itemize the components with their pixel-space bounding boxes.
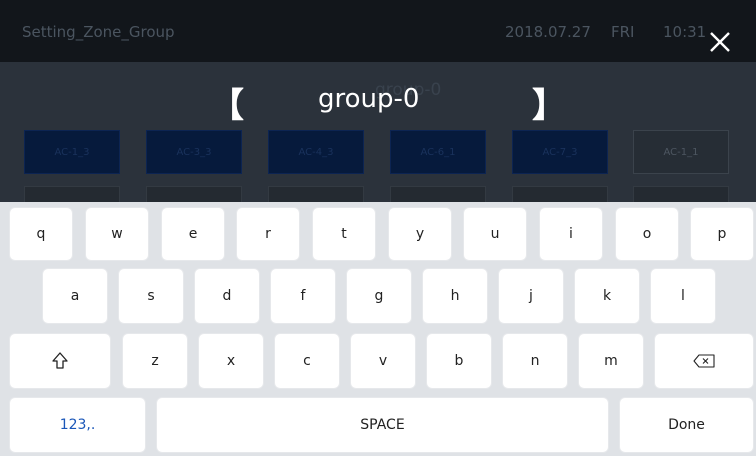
key-a[interactable]: a bbox=[42, 268, 108, 324]
zone-tile-label: AC-7_3 bbox=[542, 146, 578, 158]
app-header: Setting_Zone_Group 2018.07.27 FRI 10:31 bbox=[0, 0, 756, 62]
zone-tile[interactable]: AC-1_1 bbox=[633, 130, 729, 174]
key-v[interactable]: v bbox=[350, 333, 416, 389]
key-q[interactable]: q bbox=[9, 207, 73, 261]
zone-tile[interactable]: AC-1_3 bbox=[24, 130, 120, 174]
zone-tile-label: AC-4_3 bbox=[298, 146, 334, 158]
zone-tile-label: AC-6_1 bbox=[420, 146, 456, 158]
key-t[interactable]: t bbox=[312, 207, 376, 261]
group-name-input[interactable]: group-0 bbox=[318, 84, 419, 114]
key-w[interactable]: w bbox=[85, 207, 149, 261]
onscreen-keyboard: q w e r t y u i o p a s d f g h j k l z … bbox=[0, 202, 756, 456]
key-u[interactable]: u bbox=[463, 207, 527, 261]
key-y[interactable]: y bbox=[388, 207, 452, 261]
zone-tile[interactable]: AC-3_3 bbox=[146, 130, 242, 174]
header-time: 10:31 bbox=[663, 23, 707, 41]
key-l[interactable]: l bbox=[650, 268, 716, 324]
zone-tile[interactable]: AC-7_3 bbox=[512, 130, 608, 174]
zone-tile[interactable]: AC-4_3 bbox=[268, 130, 364, 174]
key-b[interactable]: b bbox=[426, 333, 492, 389]
key-s[interactable]: s bbox=[118, 268, 184, 324]
key-z[interactable]: z bbox=[122, 333, 188, 389]
key-n[interactable]: n bbox=[502, 333, 568, 389]
key-j[interactable]: j bbox=[498, 268, 564, 324]
key-k[interactable]: k bbox=[574, 268, 640, 324]
app-title: Setting_Zone_Group bbox=[22, 23, 175, 41]
close-button[interactable] bbox=[702, 24, 738, 60]
key-d[interactable]: d bbox=[194, 268, 260, 324]
key-h[interactable]: h bbox=[422, 268, 488, 324]
space-key[interactable]: SPACE bbox=[156, 397, 609, 453]
zone-tile-label: AC-3_3 bbox=[176, 146, 212, 158]
left-bracket: 【 bbox=[210, 86, 244, 126]
key-i[interactable]: i bbox=[539, 207, 603, 261]
numbers-key[interactable]: 123,. bbox=[9, 397, 146, 453]
key-o[interactable]: o bbox=[615, 207, 679, 261]
key-m[interactable]: m bbox=[578, 333, 644, 389]
key-f[interactable]: f bbox=[270, 268, 336, 324]
key-p[interactable]: p bbox=[690, 207, 754, 261]
key-x[interactable]: x bbox=[198, 333, 264, 389]
header-day: FRI bbox=[611, 23, 635, 41]
zone-tile-label: AC-1_1 bbox=[663, 146, 699, 158]
key-g[interactable]: g bbox=[346, 268, 412, 324]
key-e[interactable]: e bbox=[161, 207, 225, 261]
zone-tile[interactable]: AC-6_1 bbox=[390, 130, 486, 174]
key-r[interactable]: r bbox=[236, 207, 300, 261]
shift-arrow-icon bbox=[52, 352, 68, 369]
zone-tile-label: AC-1_3 bbox=[54, 146, 90, 158]
backspace-icon bbox=[693, 354, 715, 368]
group-name-display[interactable]: 【 group-0 】 bbox=[0, 80, 756, 126]
header-date: 2018.07.27 bbox=[505, 23, 591, 41]
done-key[interactable]: Done bbox=[619, 397, 754, 453]
key-c[interactable]: c bbox=[274, 333, 340, 389]
backspace-key[interactable] bbox=[654, 333, 754, 389]
close-icon bbox=[710, 32, 730, 52]
shift-key[interactable] bbox=[9, 333, 111, 389]
right-bracket: 】 bbox=[532, 86, 566, 126]
